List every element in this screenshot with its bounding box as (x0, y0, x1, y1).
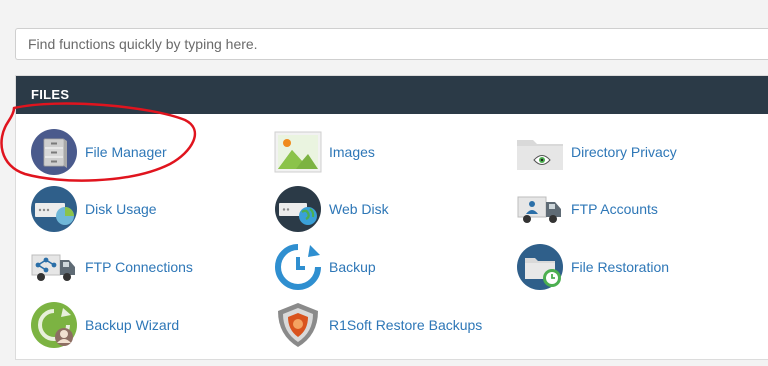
r1soft-shield-icon (278, 303, 318, 347)
backup-label: Backup (329, 259, 376, 275)
backup-wizard-label: Backup Wizard (85, 317, 180, 333)
images-link[interactable]: Images (274, 128, 375, 176)
files-panel: FILES File Manager Images Directory Priv… (15, 75, 768, 360)
file-restoration-icon (517, 244, 563, 290)
directory-privacy-link[interactable]: Directory Privacy (516, 128, 677, 176)
file-restoration-link[interactable]: File Restoration (516, 243, 669, 291)
file-restoration-label: File Restoration (571, 259, 670, 275)
ftp-accounts-link[interactable]: FTP Accounts (516, 185, 658, 233)
disk-usage-label: Disk Usage (85, 201, 157, 217)
search-input[interactable] (15, 28, 768, 60)
r1soft-restore-backups-label: R1Soft Restore Backups (329, 317, 483, 333)
web-disk-link[interactable]: Web Disk (274, 185, 389, 233)
ftp-connections-link[interactable]: FTP Connections (30, 243, 193, 291)
backup-wizard-link[interactable]: Backup Wizard (30, 301, 179, 349)
web-disk-label: Web Disk (329, 201, 389, 217)
backup-clock-icon (275, 244, 321, 290)
ftp-connections-icon (31, 254, 75, 281)
ftp-connections-label: FTP Connections (85, 259, 193, 275)
images-label: Images (329, 144, 375, 160)
ftp-accounts-label: FTP Accounts (571, 201, 658, 217)
disk-usage-icon (31, 186, 77, 232)
file-cabinet-icon (31, 129, 77, 175)
r1soft-restore-backups-link[interactable]: R1Soft Restore Backups (274, 301, 482, 349)
image-icon (274, 131, 322, 173)
directory-privacy-label: Directory Privacy (571, 144, 677, 160)
file-manager-link[interactable]: File Manager (30, 128, 167, 176)
backup-wizard-icon (31, 302, 77, 348)
files-panel-header: FILES (16, 76, 768, 114)
folder-eye-icon (517, 140, 563, 170)
disk-usage-link[interactable]: Disk Usage (30, 185, 157, 233)
file-manager-label: File Manager (85, 144, 167, 160)
web-disk-icon (275, 186, 321, 232)
backup-link[interactable]: Backup (274, 243, 376, 291)
ftp-accounts-icon (517, 196, 561, 223)
